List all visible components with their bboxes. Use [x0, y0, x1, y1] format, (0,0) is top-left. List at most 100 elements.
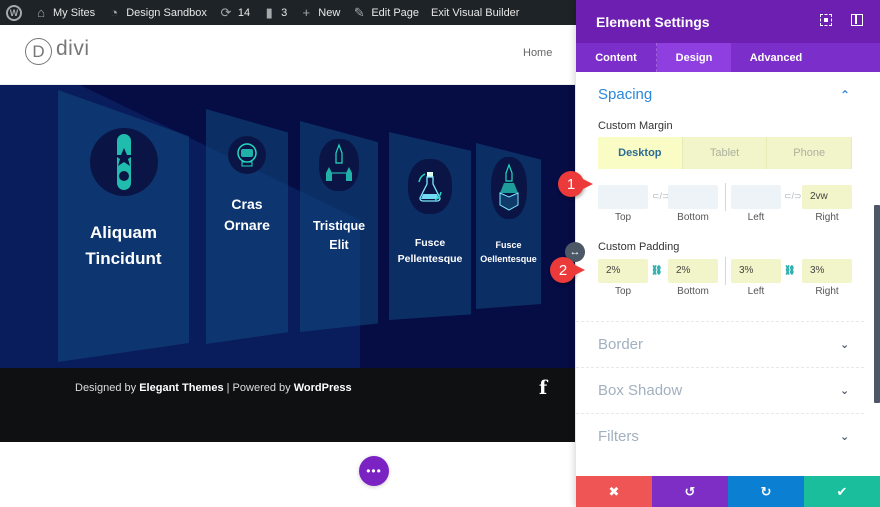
margin-right-input[interactable]: 2vw	[802, 185, 852, 209]
admin-site-name-label: Design Sandbox	[126, 6, 207, 19]
padding-right-label: Right	[815, 286, 839, 297]
margin-right-label: Right	[815, 212, 839, 223]
link-icon[interactable]: ⊂/⊃	[784, 191, 802, 202]
network-icon: ⌂	[37, 4, 45, 20]
card-title-line1: Fusce	[495, 240, 522, 250]
rocket-badge-icon	[89, 128, 158, 196]
card-title-line2: Oellentesque	[480, 253, 537, 264]
feature-card[interactable]: Tristique Elit	[300, 121, 378, 332]
link-active-icon[interactable]: ⛓	[784, 265, 795, 276]
admin-exit-label: Exit Visual Builder	[431, 6, 520, 19]
comments-icon: ▮	[265, 4, 273, 20]
tab-design[interactable]: Design	[657, 43, 731, 72]
dashboard-icon: ◔	[110, 4, 119, 20]
admin-new-label: New	[318, 6, 341, 19]
footer-credits: Designed by Elegant Themes | Powered by …	[75, 382, 352, 394]
feature-card[interactable]: Fusce Oellentesque	[476, 143, 541, 309]
undo-button[interactable]: ↺	[652, 476, 728, 507]
callout-marker-1: 1	[558, 171, 593, 197]
plus-icon: +	[302, 4, 311, 20]
divi-logo-text[interactable]: divi	[56, 37, 90, 61]
section-border-title: Border	[598, 336, 644, 353]
card-title-line1: Tristique	[312, 219, 366, 233]
panel-title: Element Settings	[596, 13, 710, 30]
card-title-line2: Pellentesque	[397, 252, 463, 265]
screen: W ⌂ My Sites ◔ Design Sandbox ⟳ 14 ▮ 3 +…	[0, 0, 880, 507]
link-active-icon[interactable]: ⛓	[651, 265, 662, 276]
section-box-shadow[interactable]: Box Shadow ⌄	[576, 367, 864, 413]
tab-content[interactable]: Content	[576, 43, 657, 72]
card-title-line2: Tincidunt	[85, 248, 162, 268]
footer-platform-link[interactable]: WordPress	[294, 382, 352, 394]
builder-more-button[interactable]: •••	[359, 456, 389, 486]
card-title-line2: Elit	[329, 237, 349, 252]
device-tabs: Desktop Tablet Phone	[598, 137, 853, 169]
admin-comments[interactable]: ▮ 3	[262, 4, 288, 20]
custom-padding-label: Custom Padding	[598, 241, 680, 253]
wp-admin-bar: W ⌂ My Sites ◔ Design Sandbox ⟳ 14 ▮ 3 +…	[0, 0, 580, 25]
nav-home-link[interactable]: Home	[523, 47, 552, 59]
margin-left-input[interactable]	[731, 185, 781, 209]
callout-marker-2: 2	[550, 257, 585, 283]
margin-top-label: Top	[614, 212, 632, 223]
card-title-line1: Aliquam	[89, 223, 158, 242]
element-settings-panel: Element Settings Content Design Advanced…	[576, 0, 880, 507]
padding-top-input[interactable]: 2%	[598, 259, 648, 283]
spacing-section-title[interactable]: Spacing	[598, 86, 652, 103]
hero-section[interactable]: Aliquam Tincidunt Cras Ornare Tristique …	[0, 85, 575, 368]
admin-edit-page-label: Edit Page	[371, 6, 420, 19]
expand-icon[interactable]	[820, 14, 832, 26]
section-filters-title: Filters	[598, 428, 639, 445]
padding-left-input[interactable]: 3%	[731, 259, 781, 283]
admin-my-sites[interactable]: ⌂ My Sites	[34, 4, 96, 20]
card-title-line1: Fusce	[414, 237, 446, 249]
device-tab-phone[interactable]: Phone	[767, 137, 853, 169]
footer-separator: | Powered by	[223, 382, 294, 394]
padding-right-input[interactable]: 3%	[802, 259, 852, 283]
admin-exit-visual-builder[interactable]: Exit Visual Builder	[431, 7, 519, 19]
device-tab-desktop[interactable]: Desktop	[598, 137, 683, 169]
feature-card[interactable]: Cras Ornare	[206, 109, 288, 344]
admin-comments-count: 3	[281, 6, 288, 19]
cancel-button[interactable]: ✖	[576, 476, 652, 507]
card-title-line2: Ornare	[224, 217, 270, 233]
chevron-down-icon: ⌄	[840, 431, 850, 443]
divider	[725, 257, 726, 285]
redo-button[interactable]: ↻	[728, 476, 804, 507]
admin-site-name[interactable]: ◔ Design Sandbox	[107, 4, 207, 20]
tab-advanced[interactable]: Advanced	[731, 43, 821, 72]
margin-bottom-input[interactable]	[668, 185, 718, 209]
panel-header: Element Settings	[576, 0, 880, 43]
section-filters[interactable]: Filters ⌄	[576, 413, 864, 459]
admin-new[interactable]: + New	[299, 4, 341, 20]
padding-left-label: Left	[747, 286, 765, 297]
admin-my-sites-label: My Sites	[53, 6, 96, 19]
footer-designer-link[interactable]: Elegant Themes	[139, 382, 223, 394]
padding-top-label: Top	[614, 286, 632, 297]
facebook-icon[interactable]: f	[539, 377, 547, 399]
admin-updates[interactable]: ⟳ 14	[219, 5, 250, 20]
margin-left-label: Left	[747, 212, 765, 223]
padding-bottom-label: Bottom	[677, 286, 709, 297]
feature-card[interactable]: Aliquam Tincidunt	[58, 90, 189, 362]
divi-logo-icon[interactable]: D	[25, 38, 52, 65]
admin-edit-page[interactable]: ✎ Edit Page	[352, 5, 420, 20]
margin-top-input[interactable]	[598, 185, 648, 209]
panel-scrollbar[interactable]	[874, 205, 880, 403]
chevron-down-icon: ⌄	[840, 339, 850, 351]
flask-icon	[408, 159, 452, 214]
sidebar-toggle-icon[interactable]	[851, 14, 863, 26]
panel-tabs: Content Design Advanced	[576, 43, 880, 72]
divider	[725, 183, 726, 211]
padding-bottom-input[interactable]: 2%	[668, 259, 718, 283]
chevron-up-icon[interactable]: ⌃	[840, 88, 850, 102]
feature-card[interactable]: Fusce Pellentesque	[389, 132, 471, 320]
save-button[interactable]: ✔	[804, 476, 880, 507]
section-border[interactable]: Border ⌄	[576, 321, 864, 367]
link-icon[interactable]: ⊂/⊃	[652, 191, 670, 202]
device-tab-tablet[interactable]: Tablet	[683, 137, 768, 169]
redo-icon: ↻	[760, 483, 772, 499]
wordpress-logo-icon[interactable]: W	[6, 4, 22, 21]
chevron-down-icon: ⌄	[840, 385, 850, 397]
rockets-network-icon	[319, 139, 359, 191]
